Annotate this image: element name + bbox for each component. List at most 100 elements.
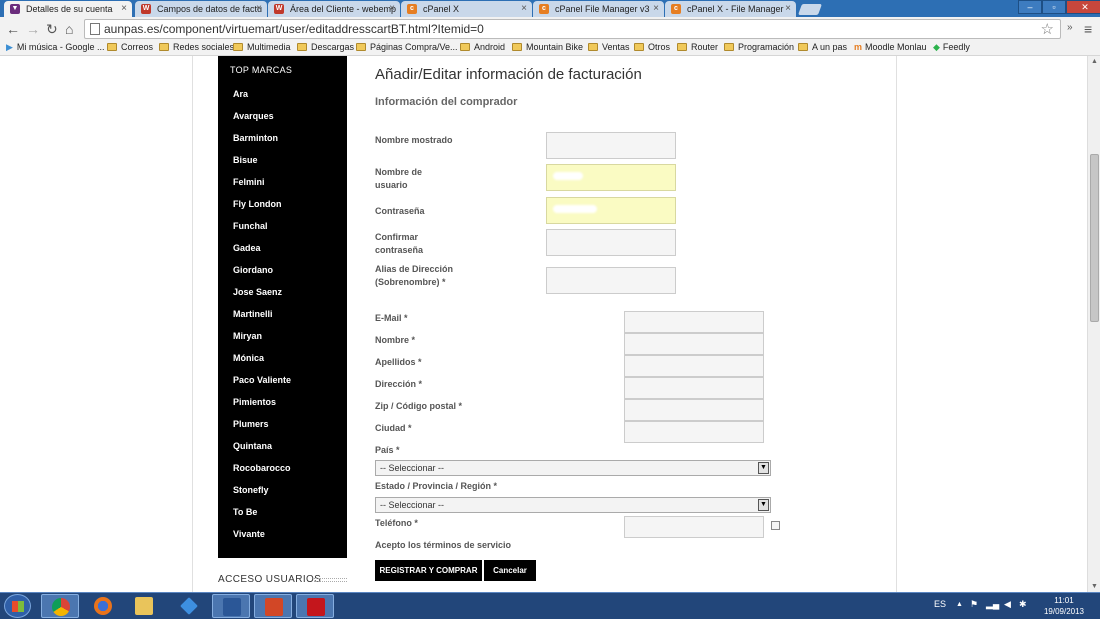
brand-link[interactable]: Stonefly	[233, 485, 269, 495]
new-tab-button[interactable]	[797, 4, 823, 15]
brand-link[interactable]: Fly London	[233, 199, 282, 209]
brand-link[interactable]: Gadea	[233, 243, 261, 253]
username-input[interactable]	[546, 164, 676, 191]
phone-input[interactable]	[624, 516, 764, 538]
address-alias-input[interactable]	[546, 267, 676, 294]
brand-link[interactable]: Martinelli	[233, 309, 273, 319]
bookmark-ventas[interactable]: Ventas	[588, 42, 630, 52]
dropdown-arrow-icon[interactable]: ▼	[758, 499, 769, 511]
start-button[interactable]	[4, 594, 31, 618]
taskbar-acrobat[interactable]	[296, 594, 334, 618]
brand-link[interactable]: Mónica	[233, 353, 264, 363]
zip-input[interactable]	[624, 399, 764, 421]
bookmark-descargas[interactable]: Descargas	[297, 42, 354, 52]
taskbar-explorer[interactable]	[125, 594, 163, 618]
bookmark-star-icon[interactable]: ☆	[1041, 20, 1054, 38]
brand-link[interactable]: Vivante	[233, 529, 265, 539]
taskbar-chrome[interactable]	[41, 594, 79, 618]
app-tray-icon[interactable]: ✱	[1019, 599, 1027, 610]
email-input[interactable]	[624, 311, 764, 333]
dropdown-arrow-icon[interactable]: ▼	[758, 462, 769, 474]
back-arrow-icon[interactable]: ←	[6, 21, 20, 37]
show-hidden-icons-icon[interactable]: ▲	[956, 601, 963, 608]
tab-close-icon[interactable]: ×	[653, 3, 659, 14]
bookmark-redes-sociales[interactable]: Redes sociales	[159, 42, 234, 52]
display-name-input[interactable]	[546, 132, 676, 159]
brand-link[interactable]: Giordano	[233, 265, 273, 275]
bookmark-a-un-pas[interactable]: A un pas	[798, 42, 847, 52]
bookmark-otros[interactable]: Otros	[634, 42, 670, 52]
tab-campos-datos[interactable]: W Campos de datos de factu ×	[135, 1, 267, 17]
bookmark-moodle-monlau[interactable]: m Moodle Monlau	[854, 42, 927, 52]
brand-link[interactable]: To Be	[233, 507, 257, 517]
scroll-up-icon[interactable]: ▲	[1091, 58, 1098, 65]
tab-area-cliente[interactable]: W Área del Cliente - webemp ×	[268, 1, 400, 17]
menu-icon[interactable]: ≡	[1084, 21, 1092, 37]
network-icon[interactable]: ▂▄	[986, 599, 999, 610]
url-text[interactable]: aunpas.es/component/virtuemart/user/edit…	[104, 22, 484, 36]
close-window-button[interactable]: ✕	[1066, 0, 1100, 14]
brand-link[interactable]: Plumers	[233, 419, 269, 429]
maximize-button[interactable]: ▫	[1042, 0, 1066, 14]
brand-link[interactable]: Paco Valiente	[233, 375, 291, 385]
address-bar[interactable]: aunpas.es/component/virtuemart/user/edit…	[84, 19, 1061, 39]
brand-link[interactable]: Miryan	[233, 331, 262, 341]
tab-cpanel-x-file-manager[interactable]: c cPanel X - File Manager ×	[665, 1, 796, 17]
bookmark-feedly[interactable]: ◆ Feedly	[933, 42, 970, 53]
tab-detalles-cuenta[interactable]: ▼ Detalles de su cuenta ×	[4, 1, 132, 17]
tab-cpanel-x[interactable]: c cPanel X ×	[401, 1, 532, 17]
taskbar-powerpoint[interactable]	[254, 594, 292, 618]
home-icon[interactable]: ⌂	[65, 21, 73, 37]
tab-close-icon[interactable]: ×	[785, 3, 791, 14]
tab-cpanel-file-manager-v3[interactable]: c cPanel File Manager v3 ×	[533, 1, 664, 17]
flag-icon[interactable]: ⚑	[970, 599, 978, 610]
brand-link[interactable]: Pimientos	[233, 397, 276, 407]
address-input[interactable]	[624, 377, 764, 399]
password-input[interactable]	[546, 197, 676, 224]
bookmark-android[interactable]: Android	[460, 42, 505, 52]
city-input[interactable]	[624, 421, 764, 443]
bookmark-paginas-compra[interactable]: Páginas Compra/Ve...	[356, 42, 458, 52]
brand-link[interactable]: Rocobarocco	[233, 463, 291, 473]
bookmark-multimedia[interactable]: Multimedia	[233, 42, 291, 52]
brand-link[interactable]: Quintana	[233, 441, 272, 451]
confirm-password-input[interactable]	[546, 229, 676, 256]
extensions-chevron-icon[interactable]: »	[1067, 22, 1073, 33]
bookmark-mi-musica[interactable]: ▶ Mi música - Google ...	[6, 42, 104, 53]
bookmark-mountain-bike[interactable]: Mountain Bike	[512, 42, 583, 52]
tab-close-icon[interactable]: ×	[521, 3, 527, 14]
minimize-button[interactable]: –	[1018, 0, 1042, 14]
vertical-scrollbar[interactable]: ▲ ▼	[1087, 56, 1100, 592]
brand-link[interactable]: Ara	[233, 89, 248, 99]
scroll-down-icon[interactable]: ▼	[1091, 583, 1098, 590]
state-select[interactable]: -- Seleccionar -- ▼	[375, 497, 771, 513]
register-and-buy-button[interactable]: REGISTRAR Y COMPRAR	[375, 560, 482, 581]
brand-link[interactable]: Funchal	[233, 221, 268, 231]
taskbar-word[interactable]	[212, 594, 250, 618]
tab-close-icon[interactable]: ×	[389, 3, 395, 14]
volume-icon[interactable]: ◀	[1004, 599, 1011, 610]
brand-link[interactable]: Avarques	[233, 111, 274, 121]
language-indicator[interactable]: ES	[934, 599, 946, 609]
first-name-input[interactable]	[624, 333, 764, 355]
bookmark-correos[interactable]: Correos	[107, 42, 153, 52]
brand-link[interactable]: Barminton	[233, 133, 278, 143]
reload-icon[interactable]: ↻	[46, 21, 58, 38]
bookmark-router[interactable]: Router	[677, 42, 718, 52]
last-name-input[interactable]	[624, 355, 764, 377]
tab-close-icon[interactable]: ×	[121, 3, 127, 14]
first-name-label: Nombre *	[375, 335, 416, 345]
cancel-button[interactable]: Cancelar	[484, 560, 536, 581]
scroll-thumb[interactable]	[1090, 154, 1099, 322]
taskbar-firefox[interactable]	[84, 594, 122, 618]
country-select[interactable]: -- Seleccionar -- ▼	[375, 460, 771, 476]
brand-link[interactable]: Jose Saenz	[233, 287, 282, 297]
tab-close-icon[interactable]: ×	[256, 3, 262, 14]
forward-arrow-icon[interactable]: →	[26, 21, 40, 37]
taskbar-dropbox[interactable]	[170, 594, 208, 618]
system-clock[interactable]: 11:01 19/09/2013	[1040, 595, 1088, 617]
bookmark-programacion[interactable]: Programación	[724, 42, 794, 52]
brand-link[interactable]: Felmini	[233, 177, 265, 187]
brand-link[interactable]: Bisue	[233, 155, 258, 165]
terms-checkbox[interactable]	[771, 521, 780, 530]
